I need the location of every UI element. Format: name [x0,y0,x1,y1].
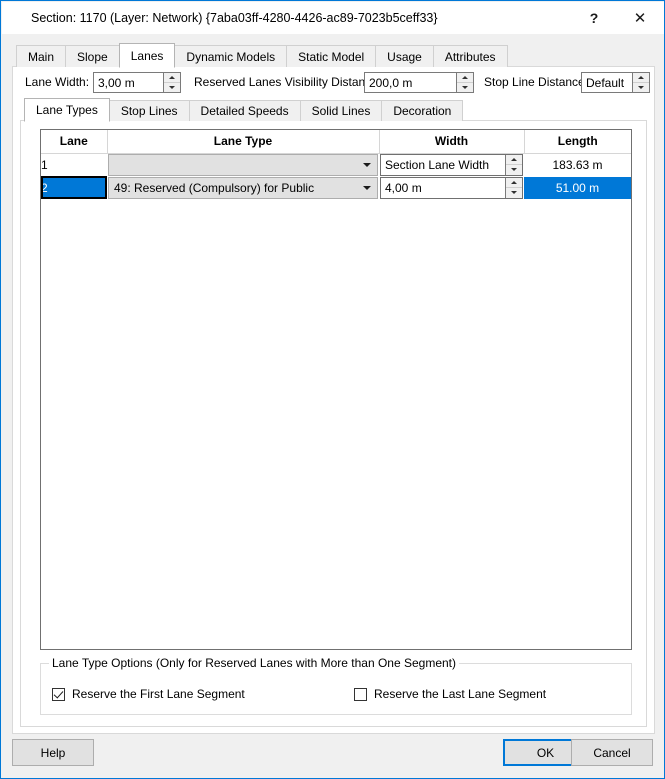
width-spin-arrows[interactable] [505,177,522,198]
column-header-length[interactable]: Length [524,130,631,154]
tab-label: Attributes [444,49,496,64]
checkbox-unchecked-icon[interactable] [354,687,367,701]
spin-up-icon[interactable] [457,73,473,83]
subtab-decoration[interactable]: Decoration [381,100,464,121]
spin-up-icon[interactable] [164,73,180,83]
subtab-lane-types[interactable]: Lane Types [24,98,110,122]
spin-up-icon[interactable] [633,73,649,83]
close-icon[interactable]: ✕ [617,2,663,33]
spin-down-icon[interactable] [506,165,522,175]
subtab-label: Detailed Speeds [200,104,289,118]
tab-main[interactable]: Main [16,45,67,67]
tab-attributes[interactable]: Attributes [432,45,508,67]
cell-length: 51.00 m [524,176,631,200]
cell-length: 183.63 m [524,153,631,177]
width-spin-arrows[interactable] [505,154,522,175]
stop-line-distance-value[interactable]: Default [582,73,632,92]
table-header-row: Lane Lane Type Width Length [41,130,631,154]
tab-label: Slope [77,49,108,64]
lanes-sub-tab-strip: Lane Types Stop Lines Detailed Speeds So… [24,98,464,122]
lane-type-combo[interactable] [108,153,378,176]
tab-static-model[interactable]: Static Model [286,45,377,67]
width-spinner[interactable]: 4,00 m [380,176,523,199]
reserve-last-segment-checkbox[interactable]: Reserve the Last Lane Segment [354,687,546,701]
lane-width-label: Lane Width: [25,75,90,89]
width-spinner[interactable]: Section Lane Width [380,153,523,176]
tab-label: Usage [387,49,422,64]
cell-lane-type[interactable]: 49: Reserved (Compulsory) for Public [107,176,379,200]
help-icon[interactable]: ? [571,2,617,33]
subtab-solid-lines[interactable]: Solid Lines [299,100,383,121]
chevron-down-icon[interactable] [363,162,371,167]
lane-settings-row: Lane Width: 3,00 m Reserved Lanes Visibi… [13,67,654,97]
width-value[interactable]: Section Lane Width [381,155,505,175]
subtab-label: Lane Types [36,103,98,117]
window-title: Section: 1170 (Layer: Network) {7aba03ff… [31,11,438,25]
column-header-lane-type[interactable]: Lane Type [107,130,380,154]
tab-usage[interactable]: Usage [375,45,434,67]
cell-width[interactable]: 4,00 m [379,176,524,200]
column-header-width[interactable]: Width [379,130,525,154]
subtab-stop-lines[interactable]: Stop Lines [108,100,190,121]
cell-lane-type[interactable] [107,153,379,177]
reserved-visibility-spinner[interactable]: 200,0 m [364,72,474,93]
tab-slope[interactable]: Slope [65,45,120,67]
subtab-detailed-speeds[interactable]: Detailed Speeds [188,100,301,121]
cancel-button[interactable]: Cancel [571,739,653,766]
reserve-first-segment-checkbox[interactable]: Reserve the First Lane Segment [52,687,245,701]
reserve-first-segment-label: Reserve the First Lane Segment [72,687,245,701]
spin-down-icon[interactable] [457,83,473,92]
column-header-lane[interactable]: Lane [41,130,108,154]
main-tab-strip: Main Slope Lanes Dynamic Models Static M… [16,43,508,68]
lane-type-combo[interactable]: 49: Reserved (Compulsory) for Public [108,176,378,199]
tab-label: Dynamic Models [186,49,276,64]
subtab-label: Decoration [393,104,452,118]
cell-lane-number[interactable]: 1 [41,153,107,177]
lanes-tab-page: Lane Width: 3,00 m Reserved Lanes Visibi… [12,66,655,734]
spin-down-icon[interactable] [164,83,180,92]
stop-line-distance-spinner[interactable]: Default [581,72,650,93]
tab-dynamic-models[interactable]: Dynamic Models [174,45,288,67]
tab-label: Lanes [130,48,164,63]
lane-type-options-group: Lane Type Options (Only for Reserved Lan… [40,656,632,715]
lane-type-combo-value: 49: Reserved (Compulsory) for Public [114,180,315,195]
tab-lanes[interactable]: Lanes [118,43,176,68]
subtab-label: Stop Lines [120,104,178,118]
group-title: Lane Type Options (Only for Reserved Lan… [49,656,459,670]
stop-line-distance-label: Stop Line Distance: [484,75,589,89]
section-properties-dialog: Section: 1170 (Layer: Network) {7aba03ff… [0,0,665,779]
lane-width-spinner[interactable]: 3,00 m [93,72,181,93]
lane-width-value[interactable]: 3,00 m [94,73,163,92]
cell-lane-number[interactable]: 2 [41,176,107,200]
cell-width[interactable]: Section Lane Width [379,153,524,177]
tab-label: Static Model [298,49,365,64]
width-value[interactable]: 4,00 m [381,178,505,198]
spin-up-icon[interactable] [506,178,522,188]
lane-width-spin-arrows[interactable] [163,73,180,92]
lane-types-sub-page: Lane Lane Type Width Length 1 Section La… [20,120,647,727]
checkbox-checked-icon[interactable] [52,687,65,701]
chevron-down-icon[interactable] [363,185,371,190]
spin-down-icon[interactable] [506,188,522,198]
subtab-label: Solid Lines [311,104,371,118]
spin-down-icon[interactable] [633,83,649,92]
reserved-visibility-value[interactable]: 200,0 m [365,73,456,92]
stop-line-distance-spin-arrows[interactable] [632,73,649,92]
reserved-visibility-label: Reserved Lanes Visibility Distance: [194,75,382,89]
help-button[interactable]: Help [12,739,94,766]
table-row[interactable]: 1 Section Lane Width 183.63 m [41,153,631,177]
table-row[interactable]: 2 49: Reserved (Compulsory) for Public 4… [41,176,631,200]
lane-table[interactable]: Lane Lane Type Width Length 1 Section La… [40,129,632,650]
reserve-last-segment-label: Reserve the Last Lane Segment [374,687,547,701]
reserved-visibility-spin-arrows[interactable] [456,73,473,92]
tab-label: Main [28,49,55,64]
spin-up-icon[interactable] [506,155,522,165]
title-bar: Section: 1170 (Layer: Network) {7aba03ff… [2,2,664,34]
